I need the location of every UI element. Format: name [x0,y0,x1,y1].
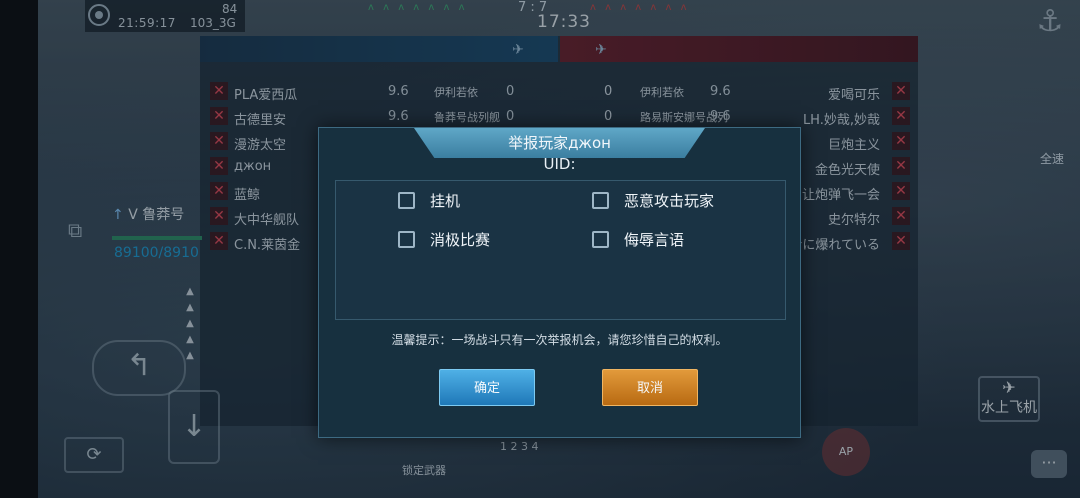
option-malicious-attack[interactable]: 恶意攻击玩家 [592,189,714,211]
checkbox[interactable] [592,230,609,248]
checkbox[interactable] [398,230,415,248]
report-dialog: 举报玩家джон UID: 挂机 恶意攻击玩家 消极比赛 侮辱言语 温馨提示：一… [318,127,801,438]
cancel-button[interactable]: 取消 [602,369,698,406]
uid-label: UID: [543,155,576,173]
option-label: 恶意攻击玩家 [624,191,715,210]
option-insulting-language[interactable]: 侮辱言语 [592,228,684,250]
checkbox[interactable] [592,191,609,209]
option-passive-play[interactable]: 消极比赛 [398,228,490,250]
option-label: 挂机 [430,191,461,210]
confirm-button[interactable]: 确定 [439,369,535,406]
option-afk[interactable]: 挂机 [398,189,460,211]
dialog-title: 举报玩家джон [508,134,611,152]
report-tip: 温馨提示：一场战斗只有一次举报机会，请您珍惜自己的权利。 [391,333,728,347]
option-label: 侮辱言语 [624,230,685,249]
left-bezel [0,0,38,498]
checkbox[interactable] [398,191,415,209]
report-options-box: 挂机 恶意攻击玩家 消极比赛 侮辱言语 [335,180,786,320]
option-label: 消极比赛 [430,230,491,249]
